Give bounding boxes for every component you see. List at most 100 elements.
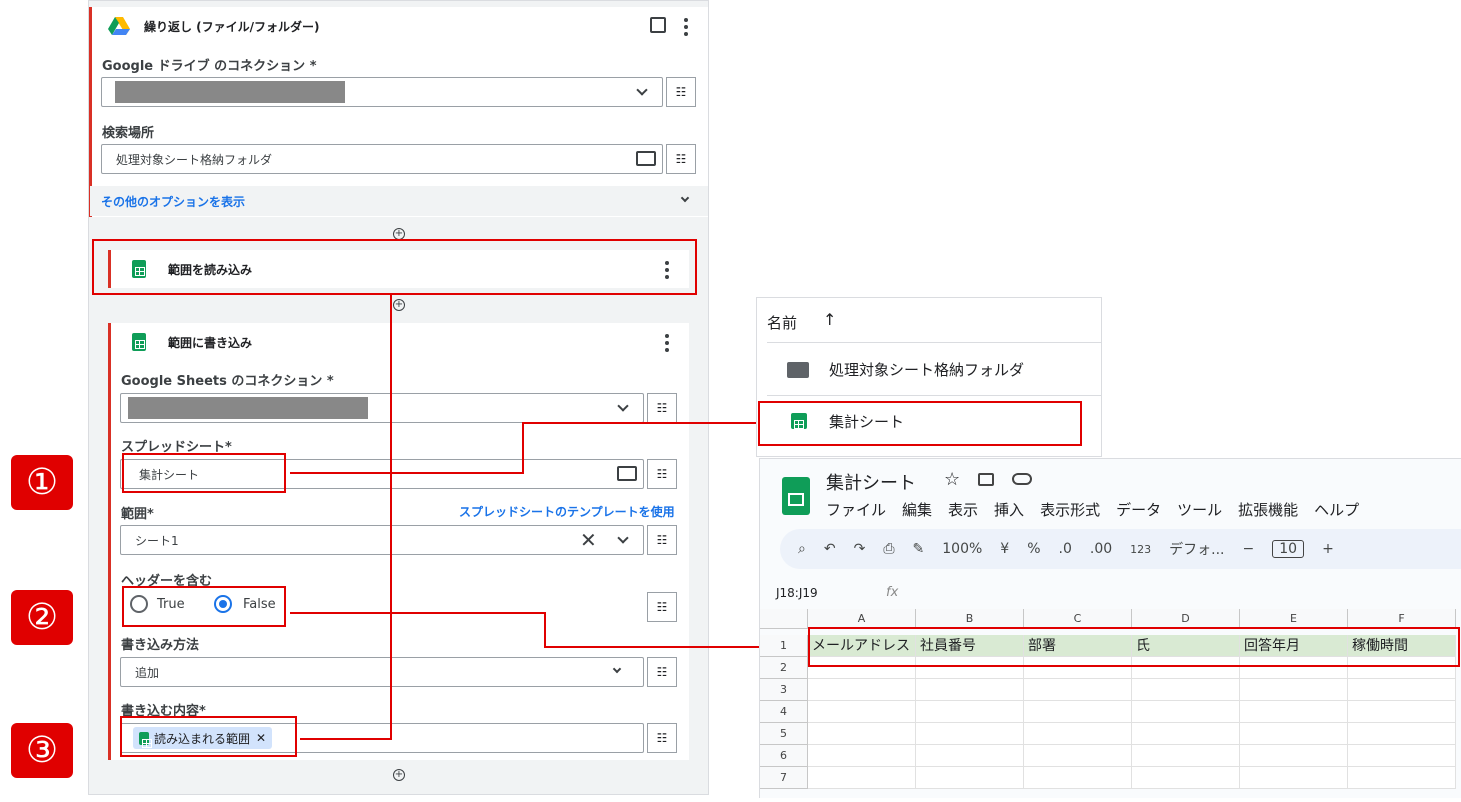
currency-button[interactable]: ¥ bbox=[1000, 541, 1009, 557]
col-e[interactable]: E bbox=[1240, 609, 1348, 629]
loop-menu-icon[interactable] bbox=[684, 18, 688, 39]
clear-icon[interactable]: ✕ bbox=[580, 528, 597, 552]
search-icon[interactable]: ⌕ bbox=[798, 541, 806, 557]
search-location-value: 処理対象シート格納フォルダ bbox=[116, 152, 273, 167]
redo-icon[interactable]: ↷ bbox=[854, 541, 866, 557]
tune-icon: ☷ bbox=[656, 467, 668, 481]
row-4[interactable]: 4 bbox=[760, 701, 808, 723]
marker-2: ② bbox=[11, 590, 73, 645]
content-options-button[interactable]: ☷ bbox=[647, 723, 677, 753]
menu-help[interactable]: ヘルプ bbox=[1314, 501, 1359, 519]
write-card-accent bbox=[108, 323, 111, 760]
row-2[interactable]: 2 bbox=[760, 657, 808, 679]
sheets-connection-label: Google Sheets のコネクション * bbox=[121, 374, 334, 389]
spreadsheet-highlight bbox=[122, 453, 286, 493]
cloud-icon[interactable] bbox=[1012, 473, 1032, 485]
row-7[interactable]: 7 bbox=[760, 767, 808, 789]
list-item-folder[interactable]: 処理対象シート格納フォルダ bbox=[757, 344, 1101, 394]
paint-format-icon[interactable]: ✎ bbox=[913, 541, 925, 557]
decrease-decimal-button[interactable]: .0 bbox=[1059, 541, 1072, 557]
tune-icon: ☷ bbox=[675, 85, 687, 99]
menu-format[interactable]: 表示形式 bbox=[1040, 501, 1100, 519]
drive-sheet-highlight bbox=[758, 401, 1082, 446]
loop-card-header[interactable]: 繰り返し (ファイル/フォルダー) bbox=[108, 7, 698, 45]
menu-file[interactable]: ファイル bbox=[826, 501, 886, 519]
undo-icon[interactable]: ↶ bbox=[824, 541, 836, 557]
more-options-link[interactable]: その他のオプションを表示 bbox=[101, 193, 245, 210]
column-name-header[interactable]: 名前 bbox=[767, 312, 797, 333]
font-select[interactable]: デフォ... bbox=[1169, 539, 1224, 559]
sheets-icon bbox=[132, 333, 146, 351]
empty-cells[interactable] bbox=[808, 657, 1456, 789]
range-field[interactable]: シート1 bbox=[120, 525, 644, 555]
tune-icon: ☷ bbox=[675, 152, 687, 166]
search-location-options-button[interactable]: ☷ bbox=[666, 144, 696, 174]
col-c[interactable]: C bbox=[1024, 609, 1132, 629]
range-label: 範囲* bbox=[121, 507, 154, 522]
content-highlight bbox=[120, 716, 297, 757]
write-method-value: 追加 bbox=[135, 665, 160, 680]
row-6[interactable]: 6 bbox=[760, 745, 808, 767]
range-options-button[interactable]: ☷ bbox=[647, 525, 677, 555]
write-card-title: 範囲に書き込み bbox=[168, 335, 253, 350]
col-b[interactable]: B bbox=[916, 609, 1024, 629]
drive-connection-options-button[interactable]: ☷ bbox=[666, 77, 696, 107]
menu-insert[interactable]: 挿入 bbox=[994, 501, 1024, 519]
header-options-button[interactable]: ☷ bbox=[647, 592, 677, 622]
template-link[interactable]: スプレッドシートのテンプレートを使用 bbox=[459, 503, 675, 520]
sort-arrow-icon[interactable]: ↑ bbox=[823, 310, 836, 329]
menu-data[interactable]: データ bbox=[1116, 501, 1161, 519]
menu-extensions[interactable]: 拡張機能 bbox=[1238, 501, 1298, 519]
col-f[interactable]: F bbox=[1348, 609, 1456, 629]
write-card-header[interactable]: 範囲に書き込み bbox=[132, 323, 672, 361]
row-5[interactable]: 5 bbox=[760, 723, 808, 745]
connector-read-to-content bbox=[390, 294, 392, 739]
write-method-select[interactable]: 追加 bbox=[120, 657, 644, 687]
tune-icon: ☷ bbox=[656, 731, 668, 745]
connector-header-h1 bbox=[290, 612, 546, 614]
search-location-label: 検索場所 bbox=[102, 126, 155, 141]
menu-bar: ファイル 編集 表示 挿入 表示形式 データ ツール 拡張機能 ヘルプ bbox=[826, 499, 1375, 520]
add-step-icon[interactable]: + bbox=[393, 299, 405, 311]
row-1[interactable]: 1 bbox=[760, 635, 808, 657]
folder-name: 処理対象シート格納フォルダ bbox=[829, 361, 1025, 379]
print-icon[interactable]: ⎙ bbox=[883, 541, 894, 557]
font-size-input[interactable]: 10 bbox=[1272, 540, 1305, 558]
sheets-connection-options-button[interactable]: ☷ bbox=[647, 393, 677, 423]
marker-1: ① bbox=[11, 455, 73, 510]
read-card-highlight bbox=[92, 239, 697, 295]
search-location-field[interactable]: 処理対象シート格納フォルダ bbox=[101, 144, 663, 174]
write-menu-icon[interactable] bbox=[665, 334, 669, 355]
col-a[interactable]: A bbox=[808, 609, 916, 629]
star-icon[interactable]: ☆ bbox=[944, 469, 960, 490]
tune-icon: ☷ bbox=[656, 600, 668, 614]
font-size-increase[interactable]: + bbox=[1322, 541, 1334, 557]
google-drive-icon bbox=[108, 17, 130, 35]
add-step-icon[interactable]: + bbox=[393, 769, 405, 781]
increase-decimal-button[interactable]: .00 bbox=[1090, 541, 1112, 557]
expand-icon[interactable] bbox=[650, 17, 666, 33]
header-row-highlight bbox=[808, 627, 1460, 667]
tune-icon: ☷ bbox=[656, 401, 668, 415]
zoom-select[interactable]: 100% bbox=[942, 541, 982, 557]
folder-icon[interactable] bbox=[636, 151, 656, 166]
toolbar: ⌕ ↶ ↷ ⎙ ✎ 100% ¥ % .0 .00 123 デフォ... − 1… bbox=[780, 529, 1461, 569]
folder-icon bbox=[787, 362, 809, 378]
write-method-options-button[interactable]: ☷ bbox=[647, 657, 677, 687]
percent-button[interactable]: % bbox=[1027, 541, 1040, 557]
name-box[interactable]: J18:J19 bbox=[776, 586, 818, 600]
row-3[interactable]: 3 bbox=[760, 679, 808, 701]
menu-tools[interactable]: ツール bbox=[1177, 501, 1222, 519]
menu-view[interactable]: 表示 bbox=[948, 501, 978, 519]
font-size-decrease[interactable]: − bbox=[1243, 541, 1255, 557]
sheets-logo-icon bbox=[782, 477, 810, 515]
menu-edit[interactable]: 編集 bbox=[902, 501, 932, 519]
divider bbox=[767, 342, 1101, 343]
number-format-button[interactable]: 123 bbox=[1130, 543, 1151, 556]
move-icon[interactable] bbox=[978, 473, 994, 486]
range-value: シート1 bbox=[135, 533, 179, 548]
doc-title[interactable]: 集計シート bbox=[826, 469, 916, 495]
folder-icon[interactable] bbox=[617, 466, 637, 481]
spreadsheet-options-button[interactable]: ☷ bbox=[647, 459, 677, 489]
col-d[interactable]: D bbox=[1132, 609, 1240, 629]
